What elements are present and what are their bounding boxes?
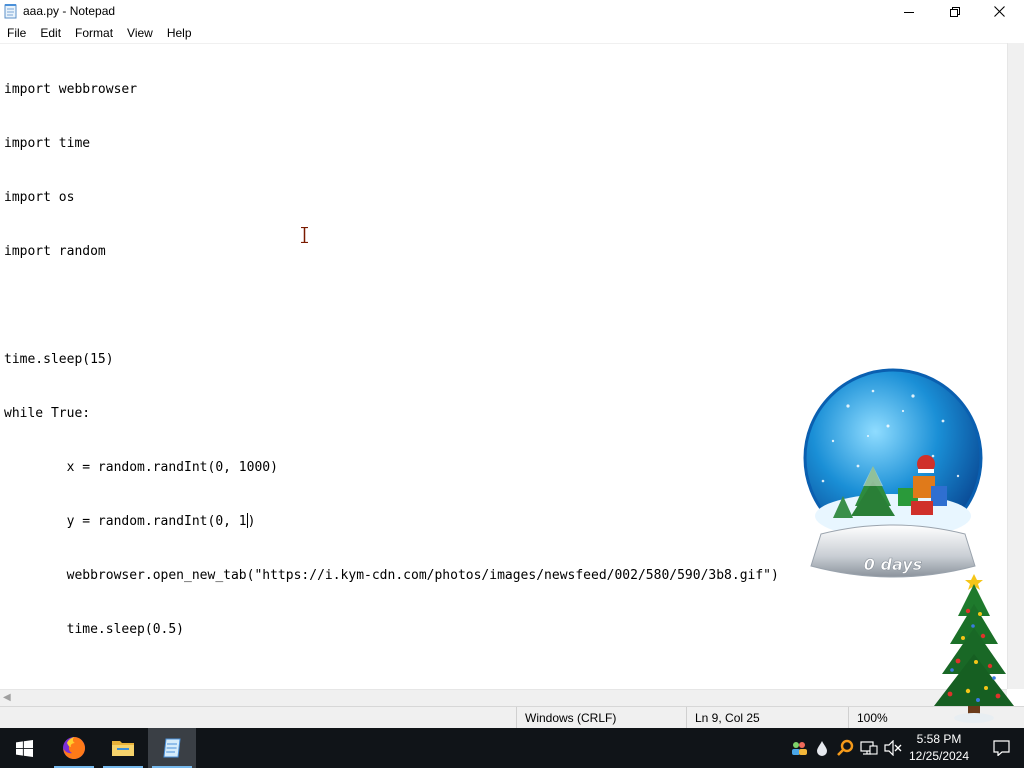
- christmas-tree-decoration: [934, 574, 1014, 723]
- minimize-icon: [904, 11, 914, 13]
- tray-search-key[interactable]: [834, 728, 856, 768]
- code-line: while True:: [4, 406, 91, 421]
- action-center-button[interactable]: [978, 728, 1024, 768]
- tray-people[interactable]: [788, 728, 810, 768]
- scroll-left-icon[interactable]: ◀: [3, 692, 11, 703]
- close-button[interactable]: [976, 0, 1022, 23]
- code-line: import os: [4, 190, 75, 205]
- clock-time: 5:58 PM: [916, 732, 962, 746]
- tray-network[interactable]: [858, 728, 880, 768]
- code-line: import webbrowser: [4, 82, 138, 97]
- taskbar: 5:58 PM 12/25/2024: [0, 728, 1024, 768]
- menu-edit[interactable]: Edit: [33, 23, 68, 43]
- start-button[interactable]: [0, 728, 48, 768]
- code-line: time.sleep(0.5): [4, 622, 185, 637]
- ibeam-cursor-icon: [301, 227, 308, 243]
- maximize-button[interactable]: [932, 0, 978, 23]
- clock-date: 12/25/2024: [908, 749, 970, 763]
- close-icon: [993, 6, 1005, 17]
- minimize-button[interactable]: [886, 0, 932, 23]
- windows-start-icon: [15, 739, 33, 757]
- search-key-icon: [837, 739, 854, 756]
- firefox-icon: [63, 737, 85, 759]
- code-line-active: y = random.randInt(0, 1): [4, 513, 779, 531]
- notification-icon: [992, 740, 1010, 756]
- snow-globe-label: 0 days: [864, 555, 922, 574]
- code-after-caret: ): [247, 514, 256, 529]
- taskbar-file-explorer[interactable]: [99, 728, 147, 768]
- snow-globe-widget[interactable]: 0 days: [793, 366, 993, 592]
- code-line: import time: [4, 136, 91, 151]
- people-icon: [792, 742, 807, 755]
- taskbar-clock[interactable]: 5:58 PM 12/25/2024: [904, 731, 974, 765]
- tray-droplet[interactable]: [812, 728, 832, 768]
- water-drop-icon: [817, 741, 827, 756]
- status-cursor-position: Ln 9, Col 25: [686, 707, 848, 729]
- status-bar: Windows (CRLF) Ln 9, Col 25 100%: [0, 706, 1024, 729]
- menu-format[interactable]: Format: [68, 23, 120, 43]
- restore-icon: [950, 6, 960, 17]
- code-line: webbrowser.open_new_tab("https://i.kym-c…: [4, 568, 779, 583]
- code-line: import random: [4, 244, 106, 259]
- file-explorer-icon: [112, 741, 134, 756]
- window-title: aaa.py - Notepad: [23, 4, 116, 18]
- title-bar: aaa.py - Notepad: [0, 0, 1024, 23]
- code-line: time.sleep(15): [4, 352, 114, 367]
- code-before-caret: y = random.randInt(0, 1: [4, 514, 247, 529]
- taskbar-notepad[interactable]: [148, 728, 196, 768]
- menu-view[interactable]: View: [120, 23, 160, 43]
- menu-file[interactable]: File: [0, 23, 33, 43]
- notepad-icon: [163, 738, 181, 758]
- volume-muted-icon: [884, 740, 902, 756]
- code-text[interactable]: import webbrowser import time import os …: [4, 45, 779, 675]
- horizontal-scrollbar[interactable]: ◀: [0, 689, 1007, 706]
- notepad-icon: [4, 4, 17, 19]
- status-encoding: Windows (CRLF): [516, 707, 686, 729]
- taskbar-firefox[interactable]: [50, 728, 98, 768]
- menu-bar: File Edit Format View Help: [0, 23, 1024, 43]
- code-line: x = random.randInt(0, 1000): [4, 460, 278, 475]
- menu-help[interactable]: Help: [160, 23, 199, 43]
- network-icon: [860, 741, 878, 755]
- tray-volume[interactable]: [882, 728, 904, 768]
